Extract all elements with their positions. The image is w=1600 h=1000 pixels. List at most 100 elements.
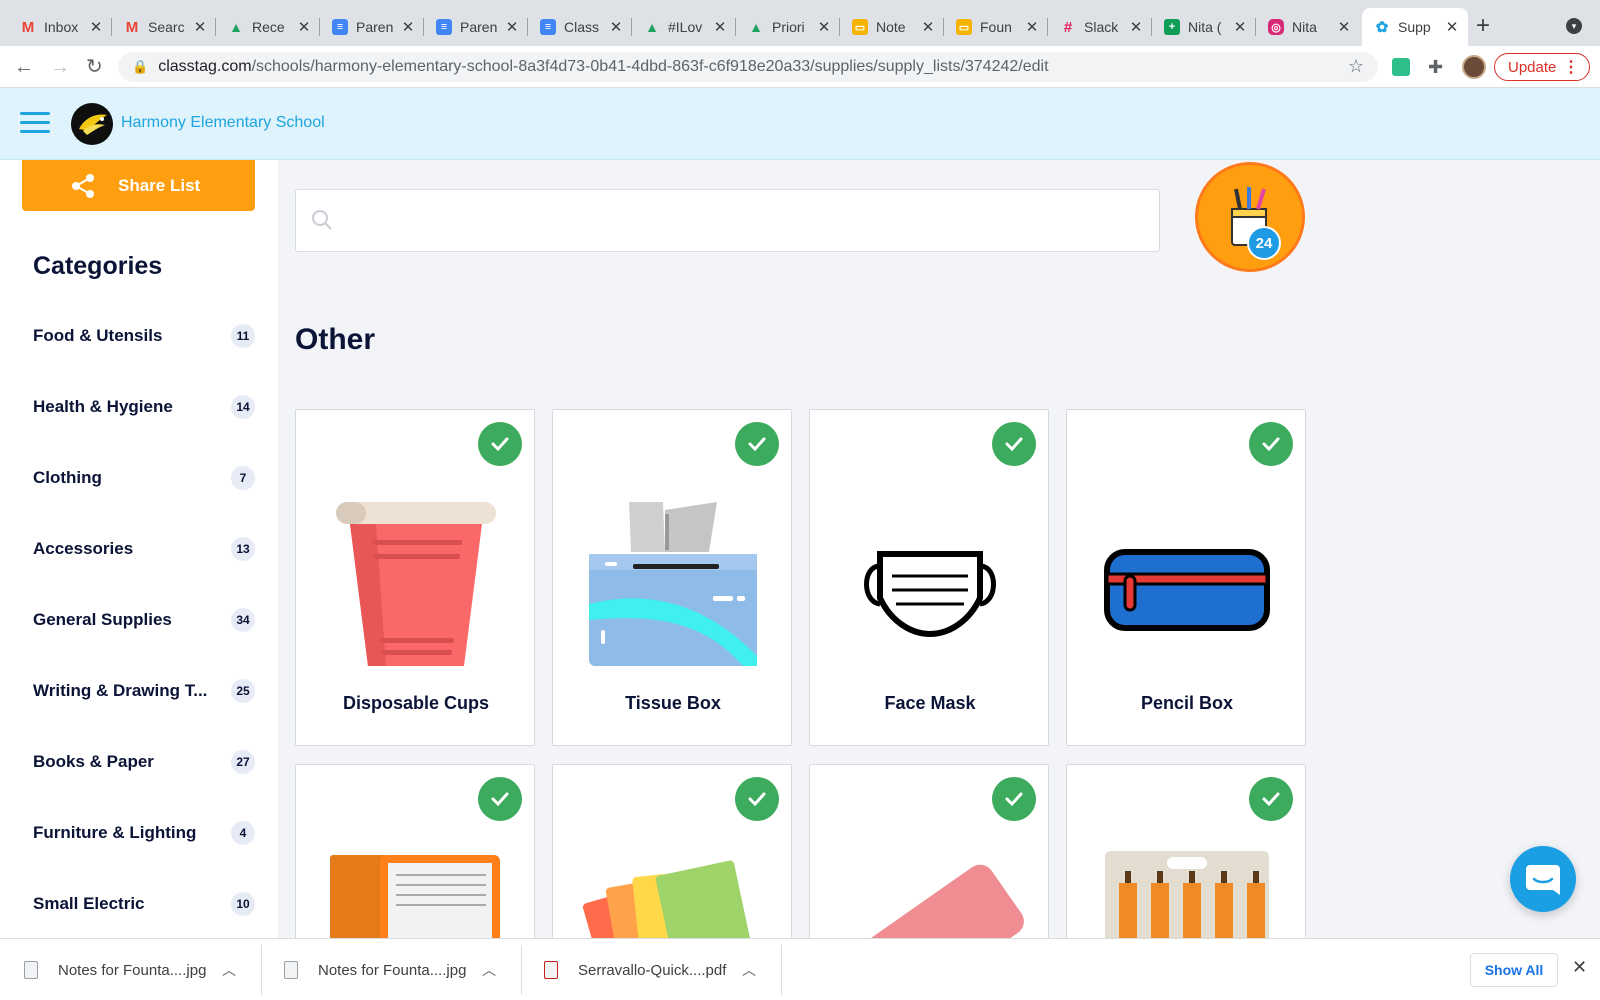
close-icon[interactable]: ✕ [1024, 18, 1040, 36]
browser-tab[interactable]: ▭ Foun ✕ [944, 8, 1048, 46]
category-item[interactable]: Clothing 7 [33, 463, 255, 493]
category-label: Writing & Drawing T... [33, 681, 208, 700]
checkmark-icon[interactable] [478, 777, 522, 821]
close-icon[interactable]: ✕ [192, 18, 208, 36]
checkmark-icon[interactable] [478, 422, 522, 466]
sidebar: Share List Categories Food & Utensils 11… [0, 160, 278, 938]
supply-card[interactable]: Disposable Cups [295, 409, 535, 746]
close-icon[interactable]: ✕ [1572, 957, 1587, 978]
instagram-icon: ◎ [1268, 19, 1284, 35]
supply-card[interactable] [552, 764, 792, 964]
close-icon[interactable]: ✕ [1444, 18, 1460, 36]
category-item[interactable]: Small Electric 10 [33, 889, 255, 919]
update-button[interactable]: Update ⋮ [1494, 53, 1590, 81]
category-item[interactable]: Health & Hygiene 14 [33, 392, 255, 422]
download-filename: Serravallo-Quick....pdf [578, 961, 727, 979]
category-item[interactable]: Accessories 13 [33, 534, 255, 564]
reload-icon[interactable]: ↻ [86, 55, 103, 79]
browser-tab-strip: M Inbox ✕ M Searc ✕ ▲ Rece ✕ ≡ Paren ✕ ≡… [0, 0, 1600, 46]
close-icon[interactable]: ✕ [88, 18, 104, 36]
show-all-downloads-button[interactable]: Show All [1470, 953, 1558, 987]
avatar[interactable] [1462, 55, 1486, 79]
checkmark-icon[interactable] [1249, 777, 1293, 821]
back-arrow-icon[interactable]: ← [14, 55, 34, 79]
gmail-icon: M [125, 18, 139, 36]
tab-label: Supp [1398, 19, 1431, 35]
search-input[interactable] [342, 198, 1142, 244]
close-icon[interactable]: ✕ [1128, 18, 1144, 36]
category-item[interactable]: Furniture & Lighting 4 [33, 818, 255, 848]
close-icon[interactable]: ✕ [504, 18, 520, 36]
bookmark-star-icon[interactable]: ☆ [1348, 56, 1364, 77]
category-item[interactable]: General Supplies 34 [33, 605, 255, 635]
download-item[interactable]: Notes for Founta....jpg ︿ [24, 939, 262, 1000]
checkmark-icon[interactable] [735, 422, 779, 466]
section-title: Other [295, 323, 376, 356]
chat-icon [1526, 865, 1560, 895]
category-count-badge: 25 [231, 679, 255, 703]
close-icon[interactable]: ✕ [712, 18, 728, 36]
share-list-button[interactable]: Share List [22, 160, 255, 211]
chevron-up-icon[interactable]: ︿ [482, 960, 496, 980]
category-item[interactable]: Food & Utensils 11 [33, 321, 255, 351]
chat-launcher-button[interactable] [1510, 846, 1576, 912]
checkmark-icon[interactable] [992, 777, 1036, 821]
chevron-up-icon[interactable]: ︿ [222, 960, 236, 980]
close-icon[interactable]: ✕ [816, 18, 832, 36]
download-item[interactable]: Serravallo-Quick....pdf ︿ [544, 939, 782, 1000]
supply-name: Tissue Box [625, 693, 721, 713]
search-icon [312, 210, 332, 230]
chevron-up-icon[interactable]: ︿ [742, 960, 756, 980]
browser-tab[interactable]: M Inbox ✕ [8, 8, 112, 46]
browser-tab[interactable]: ▲ Priori ✕ [736, 8, 840, 46]
supply-card[interactable] [1066, 764, 1306, 964]
supply-card[interactable] [295, 764, 535, 964]
close-icon[interactable]: ✕ [1232, 18, 1248, 36]
browser-tab[interactable]: ▭ Note ✕ [840, 8, 944, 46]
tab-label: Paren [460, 19, 498, 35]
checkmark-icon[interactable] [992, 422, 1036, 466]
school-logo[interactable] [71, 103, 113, 145]
more-vert-icon: ⋮ [1563, 59, 1579, 76]
browser-tab[interactable]: ≡ Paren ✕ [424, 8, 528, 46]
new-tab-button[interactable]: + [1476, 14, 1490, 38]
supply-cart-button[interactable] [1195, 162, 1305, 272]
category-label: Books & Paper [33, 752, 154, 771]
browser-tab-active[interactable]: ✿ Supp ✕ [1362, 8, 1468, 46]
supply-card[interactable] [809, 764, 1049, 964]
hamburger-menu-icon[interactable] [20, 112, 50, 134]
category-count-badge: 34 [231, 608, 255, 632]
extension-icon[interactable] [1392, 58, 1410, 76]
close-icon[interactable]: ✕ [608, 18, 624, 36]
category-item[interactable]: Writing & Drawing T... 25 [33, 676, 255, 706]
browser-tab[interactable]: M Searc ✕ [112, 8, 216, 46]
supply-card[interactable]: Tissue Box [552, 409, 792, 746]
browser-tab[interactable]: ≡ Class ✕ [528, 8, 632, 46]
browser-tab[interactable]: # Slack ✕ [1048, 8, 1152, 46]
forward-arrow-icon[interactable]: → [50, 55, 70, 79]
category-count-badge: 4 [231, 821, 255, 845]
close-icon[interactable]: ✕ [400, 18, 416, 36]
browser-tab[interactable]: ▲ Rece ✕ [216, 8, 320, 46]
browser-tab[interactable]: ◎ Nita ✕ [1256, 8, 1360, 46]
checkmark-icon[interactable] [735, 777, 779, 821]
google-drive-icon: ▲ [749, 19, 763, 35]
browser-tab[interactable]: ≡ Paren ✕ [320, 8, 424, 46]
slack-icon: # [1063, 18, 1073, 36]
category-item[interactable]: Books & Paper 27 [33, 747, 255, 777]
tab-search-icon[interactable]: ▾ [1566, 18, 1582, 34]
close-icon[interactable]: ✕ [296, 18, 312, 36]
school-name[interactable]: Harmony Elementary School [121, 114, 325, 132]
supply-search [295, 189, 1160, 252]
puzzle-extensions-icon[interactable]: ✚ [1428, 58, 1446, 76]
download-item[interactable]: Notes for Founta....jpg ︿ [284, 939, 522, 1000]
browser-tab[interactable]: ▲ #ILov ✕ [632, 8, 736, 46]
checkmark-icon[interactable] [1249, 422, 1293, 466]
address-bar[interactable]: 🔒 classtag.com/schools/harmony-elementar… [118, 52, 1378, 82]
browser-tab[interactable]: + Nita ( ✕ [1152, 8, 1256, 46]
tab-label: Rece [252, 19, 285, 35]
supply-card[interactable]: Pencil Box [1066, 409, 1306, 746]
close-icon[interactable]: ✕ [920, 18, 936, 36]
close-icon[interactable]: ✕ [1336, 18, 1352, 36]
supply-card[interactable]: Face Mask [809, 409, 1049, 746]
